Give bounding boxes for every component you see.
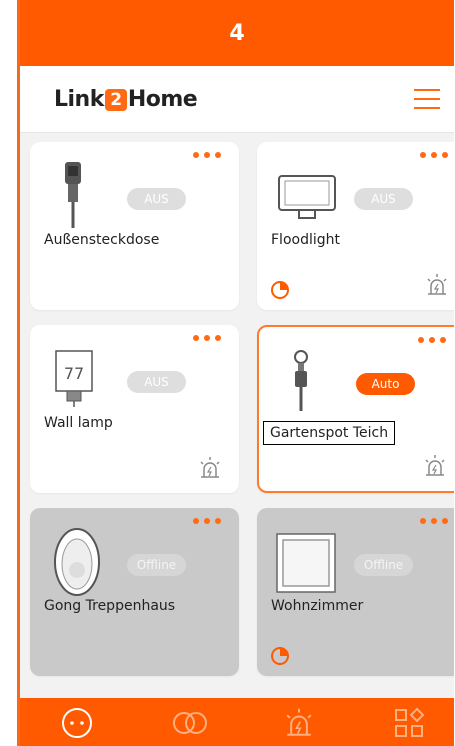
device-name: Außensteckdose xyxy=(44,232,160,248)
logo-badge: 2 xyxy=(104,88,127,111)
timer-icon[interactable] xyxy=(270,646,290,666)
garden-socket-icon xyxy=(65,162,81,228)
alarm-light-icon[interactable] xyxy=(197,455,223,481)
device-name: Wall lamp xyxy=(44,415,113,431)
device-card-wohnzimmer[interactable]: Offline Wohnzimmer xyxy=(257,508,454,676)
wall-lamp-label: 77 xyxy=(64,364,84,383)
more-options-icon[interactable] xyxy=(418,337,446,343)
hamburger-menu-icon[interactable] xyxy=(414,88,440,110)
timer-icon[interactable] xyxy=(270,280,290,300)
bottom-navigation xyxy=(20,698,454,746)
state-badge: Offline xyxy=(354,554,413,576)
logo-text-right: Home xyxy=(127,87,198,112)
app-frame: 4 Link 2 Home AUS Außensteckdose AUS Flo… xyxy=(17,0,454,746)
wall-switch-icon xyxy=(276,533,336,593)
more-options-icon[interactable] xyxy=(193,152,221,158)
device-name: Gartenspot Teich xyxy=(263,421,396,445)
state-badge[interactable]: AUS xyxy=(354,188,413,210)
state-badge[interactable]: AUS xyxy=(127,188,186,210)
app-header: Link 2 Home xyxy=(20,66,454,133)
state-badge[interactable]: Auto xyxy=(356,373,415,395)
wall-lamp-icon: 77 xyxy=(55,350,93,407)
device-card-gartenspot-teich[interactable]: Auto Gartenspot Teich xyxy=(257,325,454,493)
gong-icon xyxy=(54,528,100,596)
nav-groups-icon[interactable] xyxy=(170,706,210,740)
device-card-floodlight[interactable]: AUS Floodlight xyxy=(257,142,454,310)
device-card-aussensteckdose[interactable]: AUS Außensteckdose xyxy=(30,142,239,310)
nav-devices-icon[interactable] xyxy=(60,706,94,740)
nav-alarm-icon[interactable] xyxy=(282,706,316,740)
alarm-light-icon[interactable] xyxy=(422,453,448,479)
device-name: Floodlight xyxy=(271,232,340,248)
device-name: Wohnzimmer xyxy=(271,598,364,614)
garden-spot-icon xyxy=(294,350,308,411)
floodlight-icon xyxy=(278,175,336,219)
alarm-light-icon[interactable] xyxy=(424,272,450,298)
more-options-icon[interactable] xyxy=(193,518,221,524)
state-badge: Offline xyxy=(127,554,186,576)
status-number: 4 xyxy=(229,20,245,46)
more-options-icon[interactable] xyxy=(420,152,448,158)
status-bar: 4 xyxy=(20,0,454,66)
app-logo: Link 2 Home xyxy=(54,87,198,112)
device-card-wall-lamp[interactable]: 77 AUS Wall lamp xyxy=(30,325,239,493)
logo-text-left: Link xyxy=(54,87,104,112)
state-badge[interactable]: AUS xyxy=(127,371,186,393)
more-options-icon[interactable] xyxy=(193,335,221,341)
nav-scenes-icon[interactable] xyxy=(392,706,426,740)
more-options-icon[interactable] xyxy=(420,518,448,524)
device-name: Gong Treppenhaus xyxy=(44,598,176,614)
device-card-gong-treppenhaus[interactable]: Offline Gong Treppenhaus xyxy=(30,508,239,676)
